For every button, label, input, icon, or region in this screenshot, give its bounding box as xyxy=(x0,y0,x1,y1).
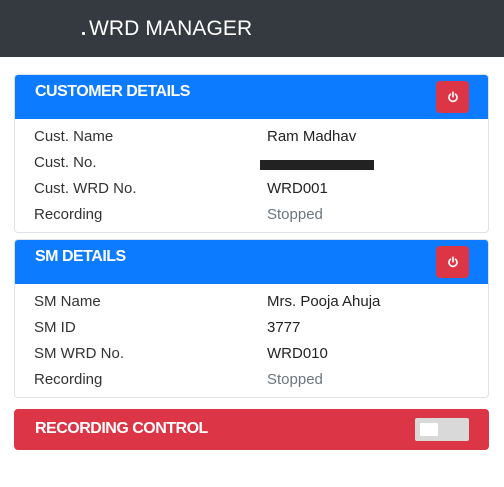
row-label: Cust. Name xyxy=(34,128,114,145)
detail-row: SM ID 3777 xyxy=(15,315,488,341)
customer-details-title: CUSTOMER DETAILS xyxy=(35,83,190,100)
redacted-value xyxy=(260,160,374,170)
detail-row: Cust. No. xyxy=(15,150,488,176)
power-icon xyxy=(447,256,458,268)
sm-details-body: SM Name Mrs. Pooja Ahuja SM ID 3777 SM W… xyxy=(15,284,488,397)
sm-details-card: SM DETAILS SM Name Mrs. Pooja Ahuja SM I… xyxy=(14,239,489,398)
row-label: SM WRD No. xyxy=(34,345,124,362)
detail-row: Cust. Name Ram Madhav xyxy=(15,124,488,150)
brand-mark xyxy=(82,32,85,35)
top-navbar: WRD MANAGER xyxy=(0,0,504,57)
row-label: Cust. No. xyxy=(34,154,97,171)
recording-control-title: RECORDING CONTROL xyxy=(35,420,208,437)
customer-details-card: CUSTOMER DETAILS Cust. Name Ram Madhav C… xyxy=(14,74,489,233)
row-value: Ram Madhav xyxy=(267,128,357,145)
row-value: 3777 xyxy=(267,319,301,336)
sm-details-title: SM DETAILS xyxy=(35,248,126,265)
row-value: WRD010 xyxy=(267,345,328,362)
customer-power-button[interactable] xyxy=(436,81,469,113)
sm-details-header: SM DETAILS xyxy=(15,240,488,284)
recording-status: Stopped xyxy=(267,206,323,223)
row-label: Cust. WRD No. xyxy=(34,180,137,197)
recording-toggle[interactable] xyxy=(415,418,469,441)
row-value: Mrs. Pooja Ahuja xyxy=(267,293,381,310)
row-label: Recording xyxy=(34,371,103,388)
detail-row: Recording Stopped xyxy=(15,367,488,393)
row-label: SM ID xyxy=(34,319,76,336)
detail-row: Cust. WRD No. WRD001 xyxy=(15,176,488,202)
recording-status: Stopped xyxy=(267,371,323,388)
row-value: WRD001 xyxy=(267,180,328,197)
row-label: Recording xyxy=(34,206,103,223)
detail-row: Recording Stopped xyxy=(15,202,488,228)
detail-row: SM Name Mrs. Pooja Ahuja xyxy=(15,289,488,315)
customer-details-body: Cust. Name Ram Madhav Cust. No. Cust. WR… xyxy=(15,119,488,232)
customer-details-header: CUSTOMER DETAILS xyxy=(15,75,488,119)
detail-row: SM WRD No. WRD010 xyxy=(15,341,488,367)
power-icon xyxy=(447,91,458,103)
row-label: SM Name xyxy=(34,293,101,310)
app-title: WRD MANAGER xyxy=(89,17,253,40)
recording-control-bar: RECORDING CONTROL xyxy=(14,409,489,450)
toggle-knob xyxy=(420,423,438,436)
sm-power-button[interactable] xyxy=(436,246,469,278)
